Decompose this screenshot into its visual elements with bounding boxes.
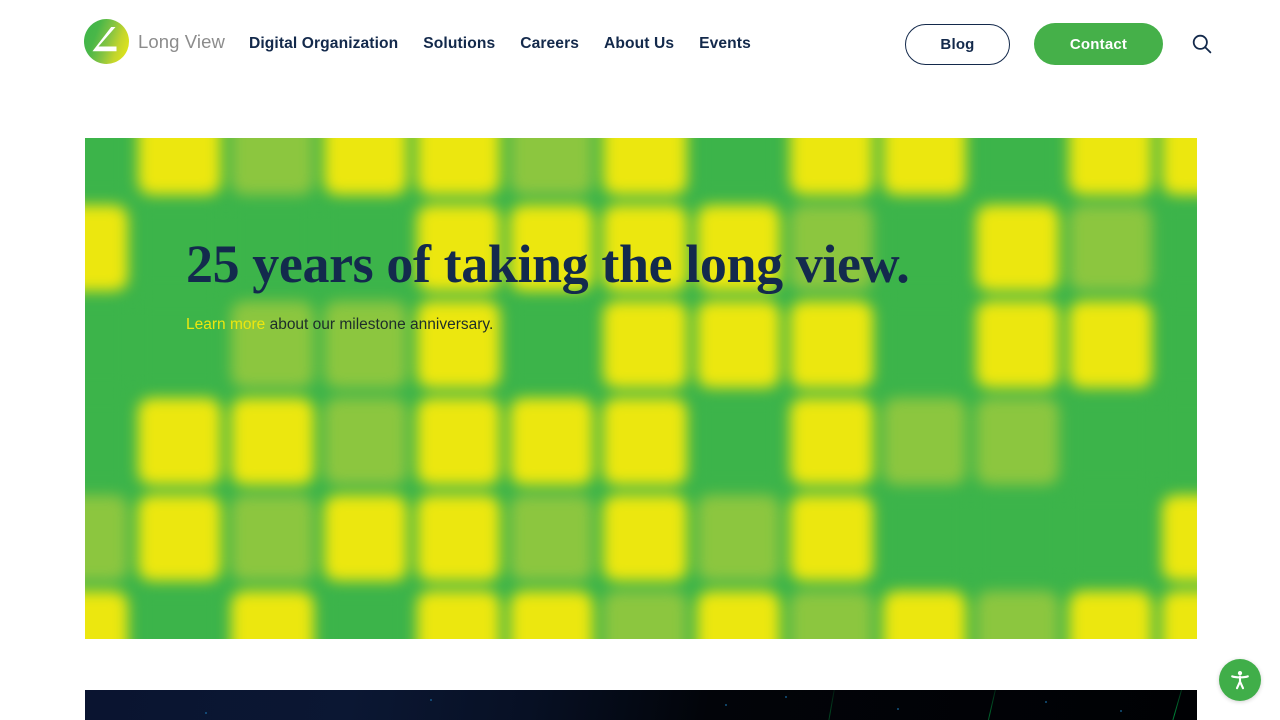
- hero-tile: [138, 591, 222, 639]
- hero-tile: [417, 494, 501, 582]
- hero-tile: [231, 591, 315, 639]
- spark-dot: [205, 712, 207, 714]
- hero-tile: [1161, 204, 1197, 292]
- hero-tile: [231, 397, 315, 485]
- hero-tile: [138, 397, 222, 485]
- light-streak: [823, 690, 838, 720]
- hero-tile: [1161, 301, 1197, 388]
- hero-tile: [696, 138, 780, 195]
- nav-item-digital-organization[interactable]: Digital Organization: [249, 35, 398, 53]
- hero-tile: [510, 494, 594, 582]
- nav-item-solutions[interactable]: Solutions: [423, 35, 495, 53]
- hero-tile: [1161, 494, 1197, 582]
- hero-tile: [789, 591, 873, 639]
- hero-tile: [85, 301, 129, 388]
- hero-copy: 25 years of taking the long view. Learn …: [186, 236, 1066, 334]
- hero-tile: [1161, 397, 1197, 485]
- long-view-logo-icon: [84, 19, 129, 64]
- hero-tile: [975, 494, 1059, 582]
- hero-tile: [1068, 138, 1152, 195]
- site-header: Long View Digital Organization Solutions…: [0, 0, 1280, 88]
- search-icon[interactable]: [1189, 31, 1215, 57]
- hero-tile: [138, 494, 222, 582]
- hero-tile: [975, 397, 1059, 485]
- spark-dot: [430, 699, 432, 701]
- spark-dot: [1045, 701, 1047, 703]
- hero-tile: [1068, 301, 1152, 388]
- hero-tile: [1161, 138, 1197, 195]
- nav-item-events[interactable]: Events: [699, 35, 751, 53]
- hero-tile: [417, 397, 501, 485]
- spark-dot: [1120, 710, 1122, 712]
- light-streak: [1165, 690, 1186, 720]
- nav-item-careers[interactable]: Careers: [520, 35, 579, 53]
- hero-tile: [85, 204, 129, 292]
- hero-tile: [85, 591, 129, 639]
- blog-button[interactable]: Blog: [905, 23, 1010, 65]
- hero-tile: [975, 591, 1059, 639]
- hero-tile: [324, 138, 408, 195]
- hero-tile: [696, 397, 780, 485]
- contact-button[interactable]: Contact: [1034, 23, 1163, 65]
- brand-logo-link[interactable]: Long View: [84, 19, 225, 64]
- hero-subtitle: Learn more about our milestone anniversa…: [186, 316, 1066, 334]
- spark-dot: [785, 696, 787, 698]
- hero-tile: [1068, 397, 1152, 485]
- hero-tile: [324, 591, 408, 639]
- hero-tile: [85, 397, 129, 485]
- hero-tile: [603, 494, 687, 582]
- hero-tile: [510, 591, 594, 639]
- hero-tile: [510, 138, 594, 195]
- hero-tile: [324, 494, 408, 582]
- hero-tile: [789, 397, 873, 485]
- hero-tile: [324, 397, 408, 485]
- main-navigation: Digital Organization Solutions Careers A…: [249, 0, 751, 88]
- hero-tile: [1068, 494, 1152, 582]
- hero-tile: [603, 591, 687, 639]
- light-streak: [982, 690, 999, 720]
- spark-dot: [725, 704, 727, 706]
- hero-tile: [85, 494, 129, 582]
- hero-tile: [1068, 204, 1152, 292]
- brand-name: Long View: [138, 30, 225, 52]
- hero-banner: 25 years of taking the long view. Learn …: [85, 138, 1197, 639]
- hero-tile: [696, 494, 780, 582]
- hero-tile: [882, 397, 966, 485]
- dark-feature-banner: [85, 690, 1197, 720]
- hero-title: 25 years of taking the long view.: [186, 234, 910, 294]
- hero-tile: [1068, 591, 1152, 639]
- hero-tile: [696, 591, 780, 639]
- accessibility-person-icon[interactable]: [1219, 659, 1261, 701]
- hero-tile-pattern: [85, 138, 1197, 639]
- hero-tile: [975, 138, 1059, 195]
- hero-tile: [882, 494, 966, 582]
- hero-tile: [603, 138, 687, 195]
- hero-tile: [603, 397, 687, 485]
- hero-tile: [417, 591, 501, 639]
- spark-dot: [897, 708, 899, 710]
- hero-tile: [417, 138, 501, 195]
- hero-tile: [882, 591, 966, 639]
- hero-subtitle-rest: about our milestone anniversary.: [265, 315, 494, 333]
- hero-tile: [138, 138, 222, 195]
- hero-tile: [85, 138, 129, 195]
- hero-tile: [882, 138, 966, 195]
- hero-tile: [231, 494, 315, 582]
- hero-tile: [231, 138, 315, 195]
- learn-more-link[interactable]: Learn more: [186, 316, 265, 333]
- hero-tile: [789, 138, 873, 195]
- hero-tile: [510, 397, 594, 485]
- hero-tile: [1161, 591, 1197, 639]
- header-actions: Blog Contact: [905, 0, 1215, 88]
- nav-item-about-us[interactable]: About Us: [604, 35, 674, 53]
- hero-tile: [789, 494, 873, 582]
